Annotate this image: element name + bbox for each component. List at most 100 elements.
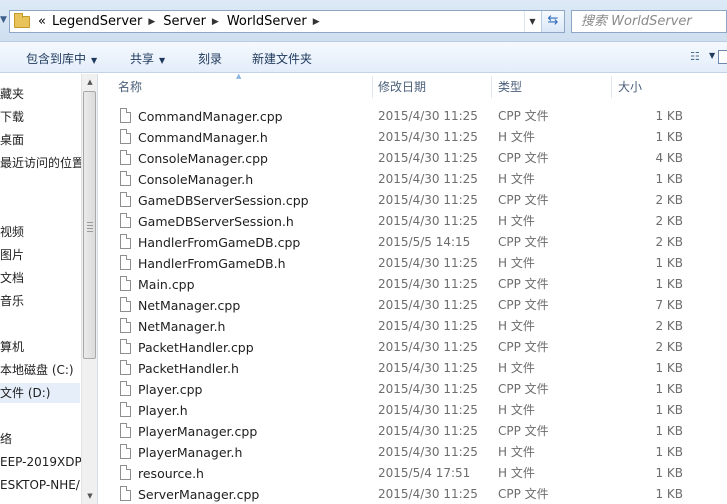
- file-size: 1 KB: [655, 130, 683, 144]
- file-row[interactable]: Main.cpp 2015/4/30 11:25 CPP 文件 1 KB: [98, 274, 727, 295]
- nav-item-network-pc-2[interactable]: ESKTOP-NHE/: [0, 475, 80, 495]
- file-row[interactable]: ConsoleManager.cpp 2015/4/30 11:25 CPP 文件 4…: [98, 148, 727, 169]
- file-name: CommandManager.cpp: [138, 109, 283, 124]
- file-date: 2015/4/30 11:25: [378, 445, 478, 459]
- file-icon: [120, 360, 131, 375]
- file-type: CPP 文件: [498, 235, 549, 249]
- breadcrumb-item[interactable]: Server: [163, 14, 206, 29]
- share-button[interactable]: 共享 ▼: [130, 50, 165, 67]
- file-name: PlayerManager.cpp: [138, 424, 258, 439]
- nav-item-network[interactable]: 络: [0, 429, 12, 449]
- nav-item-drive-d[interactable]: 文件 (D:): [0, 383, 80, 403]
- file-type: H 文件: [498, 466, 535, 480]
- file-date: 2015/4/30 11:25: [378, 298, 478, 312]
- column-header-date[interactable]: 修改日期: [358, 74, 492, 101]
- file-row[interactable]: PlayerManager.cpp 2015/4/30 11:25 CPP 文件 1 …: [98, 421, 727, 442]
- breadcrumb-overflow[interactable]: «: [38, 14, 46, 29]
- file-name: Player.h: [138, 403, 188, 418]
- nav-item-videos[interactable]: 视频: [0, 222, 24, 242]
- file-date: 2015/4/30 11:25: [378, 340, 478, 354]
- chevron-right-icon[interactable]: ▶: [212, 17, 219, 27]
- breadcrumb-item[interactable]: LegendServer: [52, 14, 142, 29]
- column-header-size[interactable]: 大小: [598, 74, 698, 101]
- file-icon: [120, 339, 131, 354]
- scroll-up-icon[interactable]: ▲: [82, 74, 98, 90]
- view-options-icon[interactable]: ☷: [690, 51, 704, 63]
- column-header-name[interactable]: 名称: [98, 74, 372, 101]
- file-icon: [120, 150, 131, 165]
- file-row[interactable]: NetManager.cpp 2015/4/30 11:25 CPP 文件 7 KB: [98, 295, 727, 316]
- search-input[interactable]: 搜索 WorldServer: [571, 10, 727, 33]
- nav-item-drive-c[interactable]: 本地磁盘 (C:): [0, 360, 74, 380]
- file-type: CPP 文件: [498, 487, 549, 501]
- file-row[interactable]: resource.h 2015/5/4 17:51 H 文件 1 KB: [98, 463, 727, 484]
- file-list: ▲ 名称 修改日期 类型 大小 CommandManager.cpp 2015/4…: [98, 74, 727, 504]
- share-label: 共享: [130, 52, 155, 66]
- address-bar[interactable]: « LegendServer ▶ Server ▶ WorldServer ▶ …: [9, 10, 565, 33]
- file-size: 1 KB: [655, 487, 683, 501]
- nav-item-pictures[interactable]: 图片: [0, 245, 24, 265]
- file-row[interactable]: CommandManager.cpp 2015/4/30 11:25 CPP 文件 1…: [98, 106, 727, 127]
- nav-item-downloads[interactable]: 下载: [0, 107, 24, 127]
- nav-scrollbar[interactable]: ▲ ▼: [81, 74, 97, 504]
- file-row[interactable]: GameDBServerSession.cpp 2015/4/30 11:25 CP…: [98, 190, 727, 211]
- file-row[interactable]: Player.h 2015/4/30 11:25 H 文件 1 KB: [98, 400, 727, 421]
- file-row[interactable]: PacketHandler.h 2015/4/30 11:25 H 文件 1 KB: [98, 358, 727, 379]
- chevron-down-icon: ▼: [91, 56, 98, 65]
- scrollbar-grip: [87, 222, 93, 234]
- chevron-down-icon[interactable]: ▼: [709, 51, 715, 60]
- file-size: 1 KB: [655, 403, 683, 417]
- file-name: GameDBServerSession.cpp: [138, 193, 309, 208]
- file-name: HandlerFromGameDB.cpp: [138, 235, 301, 250]
- refresh-button[interactable]: ⇆: [541, 11, 564, 32]
- nav-item-computer[interactable]: 算机: [0, 337, 24, 357]
- file-icon: [120, 276, 131, 291]
- file-date: 2015/4/30 11:25: [378, 424, 478, 438]
- file-row[interactable]: HandlerFromGameDB.cpp 2015/5/5 14:15 CPP 文…: [98, 232, 727, 253]
- file-icon: [120, 402, 131, 417]
- file-icon: [120, 108, 131, 123]
- scrollbar-thumb[interactable]: [83, 91, 96, 359]
- file-name: HandlerFromGameDB.h: [138, 256, 286, 271]
- file-type: CPP 文件: [498, 298, 549, 312]
- nav-item-network-pc-1[interactable]: EEP-2019XDP(: [0, 452, 86, 472]
- file-type: CPP 文件: [498, 277, 549, 291]
- include-in-library-button[interactable]: 包含到库中 ▼: [26, 50, 97, 67]
- file-name: ServerManager.cpp: [138, 487, 260, 502]
- file-row[interactable]: NetManager.h 2015/4/30 11:25 H 文件 2 KB: [98, 316, 727, 337]
- new-folder-button[interactable]: 新建文件夹: [252, 50, 312, 67]
- nav-item-desktop[interactable]: 桌面: [0, 130, 24, 150]
- column-header-type[interactable]: 类型: [478, 74, 612, 101]
- chevron-right-icon[interactable]: ▶: [148, 17, 155, 27]
- file-size: 4 KB: [655, 151, 683, 165]
- file-row[interactable]: ConsoleManager.h 2015/4/30 11:25 H 文件 1 KB: [98, 169, 727, 190]
- file-row[interactable]: Player.cpp 2015/4/30 11:25 CPP 文件 1 KB: [98, 379, 727, 400]
- file-name: Main.cpp: [138, 277, 195, 292]
- nav-item-recent-places[interactable]: 最近访问的位置: [0, 153, 84, 173]
- nav-item-music[interactable]: 音乐: [0, 291, 24, 311]
- chevron-right-icon[interactable]: ▶: [313, 17, 320, 27]
- burn-button[interactable]: 刻录: [198, 50, 222, 67]
- file-row[interactable]: GameDBServerSession.h 2015/4/30 11:25 H 文件…: [98, 211, 727, 232]
- file-icon: [120, 255, 131, 270]
- file-row[interactable]: CommandManager.h 2015/4/30 11:25 H 文件 1 KB: [98, 127, 727, 148]
- file-date: 2015/4/30 11:25: [378, 193, 478, 207]
- file-size: 1 KB: [655, 445, 683, 459]
- breadcrumb-item[interactable]: WorldServer: [227, 14, 307, 29]
- file-row[interactable]: HandlerFromGameDB.h 2015/4/30 11:25 H 文件 1 …: [98, 253, 727, 274]
- file-date: 2015/5/5 14:15: [378, 235, 471, 249]
- file-name: CommandManager.h: [138, 130, 268, 145]
- file-type: CPP 文件: [498, 382, 549, 396]
- file-size: 2 KB: [655, 235, 683, 249]
- nav-item-favorites[interactable]: 藏夹: [0, 84, 24, 104]
- file-row[interactable]: PlayerManager.h 2015/4/30 11:25 H 文件 1 KB: [98, 442, 727, 463]
- nav-item-documents[interactable]: 文档: [0, 268, 24, 288]
- file-size: 1 KB: [655, 172, 683, 186]
- file-row[interactable]: ServerManager.cpp 2015/4/30 11:25 CPP 文件 1 …: [98, 484, 727, 504]
- refresh-icon: ⇆: [547, 13, 559, 28]
- scroll-down-icon[interactable]: ▼: [82, 488, 98, 504]
- file-row[interactable]: PacketHandler.cpp 2015/4/30 11:25 CPP 文件 2 …: [98, 337, 727, 358]
- address-history-dropdown[interactable]: ▼: [524, 11, 540, 32]
- file-icon: [120, 423, 131, 438]
- preview-pane-icon[interactable]: [718, 50, 727, 64]
